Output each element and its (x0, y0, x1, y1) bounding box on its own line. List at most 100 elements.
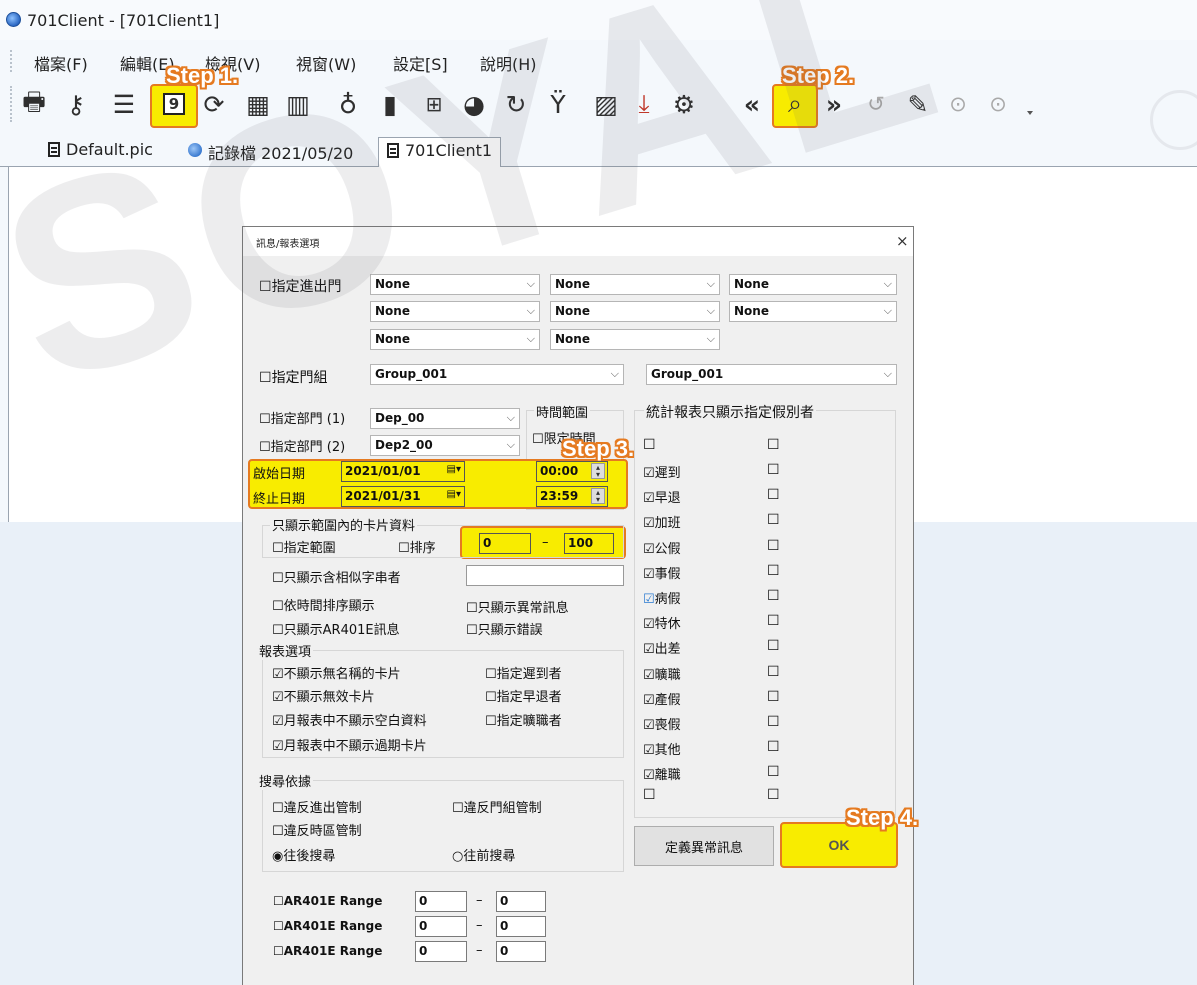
dept2-combo[interactable]: Dep2_00 ⌵ (370, 435, 520, 456)
ar-range-2-to[interactable]: 0 (496, 916, 546, 937)
leave-type-checkbox[interactable]: ☑病假 (643, 588, 681, 607)
leave-type-right-checkbox[interactable]: ☐ (767, 487, 780, 503)
leave-last-checkbox[interactable]: ☐ (643, 787, 656, 803)
leave-type-right-checkbox[interactable]: ☐ (767, 588, 780, 604)
start-date-field[interactable]: 2021/01/01 ▤▾ (341, 461, 465, 482)
leave-type-right-checkbox[interactable]: ☐ (767, 689, 780, 705)
leave-type-checkbox[interactable]: ☑特休 (643, 613, 681, 632)
ar-range-2-checkbox[interactable]: ☐AR401E Range (273, 919, 382, 933)
start-time-field[interactable]: 00:00 ▴ ▾ (536, 461, 608, 482)
toolbar-grip (10, 86, 14, 122)
specify-range-checkbox[interactable]: ☐指定範圍 (272, 537, 336, 556)
end-time-field[interactable]: 23:59 ▴ ▾ (536, 486, 608, 507)
ar-range-1-dash: – (476, 893, 483, 908)
leave-type-checkbox[interactable]: ☑公假 (643, 538, 681, 557)
leave-type-right-checkbox[interactable]: ☐ (767, 462, 780, 478)
menu-grip (10, 50, 14, 72)
sort-by-time-checkbox[interactable]: ☐依時間排序顯示 (272, 595, 375, 614)
search-forward-radio[interactable]: ○往前搜尋 (452, 845, 515, 864)
errors-only-checkbox[interactable]: ☐只顯示錯誤 (466, 619, 543, 638)
time-range-title: 時間範圍 (534, 402, 591, 421)
ar-range-3-checkbox[interactable]: ☐AR401E Range (273, 944, 382, 958)
ar-range-2-from[interactable]: 0 (415, 916, 467, 937)
leave-type-checkbox[interactable]: ☑遲到 (643, 462, 681, 481)
leave-blank-checkbox[interactable]: ☐ (643, 437, 656, 453)
card-range-to[interactable]: 100 (564, 533, 614, 554)
leave-type-checkbox[interactable]: ☑離職 (643, 764, 681, 783)
dept2-checkbox[interactable]: ☐指定部門 (2) (259, 436, 345, 455)
report-option-1[interactable]: ☑不顯示無名稱的卡片 (272, 663, 401, 682)
similar-string-input[interactable] (466, 565, 624, 586)
leave-types-title: 統計報表只顯示指定假別者 (644, 402, 816, 422)
search-title: 搜尋依據 (257, 771, 314, 790)
define-abnormal-button[interactable]: 定義異常訊息 (634, 826, 774, 866)
ar-range-2-dash: – (476, 918, 483, 933)
leave-type-right-checkbox[interactable]: ☐ (767, 714, 780, 730)
card-range-title: 只顯示範圍內的卡片資料 (270, 515, 418, 534)
dept1-combo[interactable]: Dep_00 ⌵ (370, 408, 520, 429)
door-combo-6[interactable]: None ⌵ (729, 301, 897, 322)
leave-type-checkbox[interactable]: ☑其他 (643, 739, 681, 758)
group-violation-checkbox[interactable]: ☐違反門組管制 (452, 797, 542, 816)
report-option-3[interactable]: ☑月報表中不顯示空白資料 (272, 710, 427, 729)
ar401e-only-checkbox[interactable]: ☐只顯示AR401E訊息 (272, 619, 400, 638)
leave-type-right-checkbox[interactable]: ☐ (767, 764, 780, 780)
end-date-label: 終止日期 (253, 492, 306, 507)
sort-checkbox[interactable]: ☐排序 (398, 537, 436, 556)
door-violation-checkbox[interactable]: ☐違反進出管制 (272, 797, 362, 816)
door-group-combo-1[interactable]: Group_001 ⌵ (370, 364, 624, 385)
leave-type-checkbox[interactable]: ☑事假 (643, 563, 681, 582)
similar-string-checkbox[interactable]: ☐只顯示含相似字串者 (272, 567, 401, 586)
calendar-dropdown-icon: ▤▾ (446, 464, 461, 475)
leave-type-right-checkbox[interactable]: ☐ (767, 563, 780, 579)
door-combo-8[interactable]: None ⌵ (550, 329, 720, 350)
ar-range-1-checkbox[interactable]: ☐AR401E Range (273, 894, 382, 908)
card-range-from[interactable]: 0 (479, 533, 531, 554)
leave-type-right-checkbox[interactable]: ☐ (767, 739, 780, 755)
leave-type-right-checkbox[interactable]: ☐ (767, 538, 780, 554)
leave-type-checkbox[interactable]: ☑產假 (643, 689, 681, 708)
door-combo-5[interactable]: None ⌵ (550, 301, 720, 322)
leave-last-right[interactable]: ☐ (767, 787, 780, 803)
leave-type-checkbox[interactable]: ☑喪假 (643, 714, 681, 733)
report-option-4[interactable]: ☑月報表中不顯示過期卡片 (272, 735, 427, 754)
start-date-label: 啟始日期 (253, 467, 306, 482)
end-date-field[interactable]: 2021/01/31 ▤▾ (341, 486, 465, 507)
time-spin-icon: ▴ ▾ (591, 463, 605, 479)
early-only-checkbox[interactable]: ☐指定早退者 (485, 686, 562, 705)
ar-range-3-dash: – (476, 943, 483, 958)
calendar-dropdown-icon: ▤▾ (446, 489, 461, 500)
search-backward-radio[interactable]: ◉往後搜尋 (272, 845, 335, 864)
abnormal-only-checkbox[interactable]: ☐只顯示異常訊息 (466, 597, 569, 616)
leave-type-checkbox[interactable]: ☑加班 (643, 512, 681, 531)
door-combo-3[interactable]: None ⌵ (729, 274, 897, 295)
step3-label: Step 3. (562, 436, 635, 461)
close-icon[interactable]: × (896, 232, 909, 250)
window-title: 701Client - [701Client1] (27, 11, 220, 30)
leave-type-right-checkbox[interactable]: ☐ (767, 664, 780, 680)
ar-range-1-from[interactable]: 0 (415, 891, 467, 912)
absent-only-checkbox[interactable]: ☐指定曠職者 (485, 710, 562, 729)
report-option-2[interactable]: ☑不顯示無效卡片 (272, 686, 375, 705)
door-group-combo-2[interactable]: Group_001 ⌵ (646, 364, 897, 385)
leave-type-checkbox[interactable]: ☑曠職 (643, 664, 681, 683)
menu-file[interactable]: 檔案(F) (34, 51, 88, 75)
stop-icon[interactable]: ⊙ (982, 88, 1014, 120)
leave-type-right-checkbox[interactable]: ☐ (767, 638, 780, 654)
zone-violation-checkbox[interactable]: ☐違反時區管制 (272, 820, 362, 839)
card-range-dash: – (542, 535, 549, 550)
report-options-title: 報表選項 (257, 641, 314, 660)
ar-range-1-to[interactable]: 0 (496, 891, 546, 912)
leave-type-right-checkbox[interactable]: ☐ (767, 613, 780, 629)
toolbar-overflow-icon[interactable] (1027, 111, 1033, 117)
print-icon[interactable]: 🖶 (18, 87, 50, 120)
step4-label: Step 4. (846, 805, 919, 830)
leave-type-checkbox[interactable]: ☑出差 (643, 638, 681, 657)
dept1-checkbox[interactable]: ☐指定部門 (1) (259, 408, 345, 427)
leave-type-right-checkbox[interactable]: ☐ (767, 512, 780, 528)
ar-range-3-to[interactable]: 0 (496, 941, 546, 962)
leave-type-checkbox[interactable]: ☑早退 (643, 487, 681, 506)
leave-blank-right[interactable]: ☐ (767, 437, 780, 453)
late-only-checkbox[interactable]: ☐指定遲到者 (485, 663, 562, 682)
ar-range-3-from[interactable]: 0 (415, 941, 467, 962)
